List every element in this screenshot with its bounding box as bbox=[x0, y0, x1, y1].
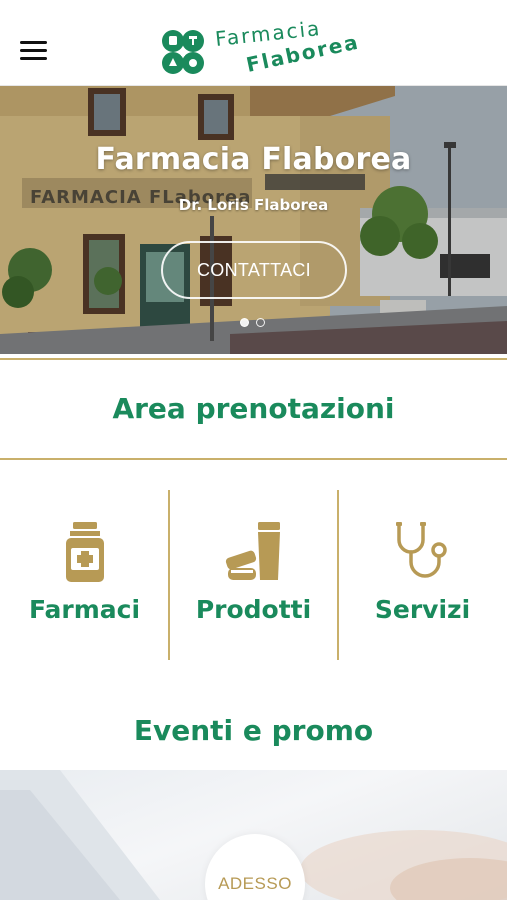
cosmetic-products-icon bbox=[225, 522, 280, 580]
section-divider-top bbox=[0, 358, 507, 360]
hamburger-menu-icon[interactable] bbox=[20, 41, 48, 63]
booking-section-title: Area prenotazioni bbox=[112, 392, 395, 425]
hero-carousel[interactable]: FARMACIA FLaborea Farmacia Flaborea Dr. … bbox=[0, 86, 507, 354]
contact-button[interactable]: CONTATTACI bbox=[161, 241, 347, 299]
category-label: Farmaci bbox=[28, 595, 141, 624]
category-farmaci[interactable]: Farmaci bbox=[0, 490, 169, 660]
stethoscope-icon bbox=[395, 522, 447, 578]
events-section-title: Eventi e promo bbox=[133, 714, 374, 747]
carousel-pagination bbox=[240, 318, 270, 328]
hero-overlay bbox=[0, 86, 507, 354]
section-divider-bottom bbox=[0, 458, 507, 460]
promo-badge-label: ADESSO bbox=[218, 874, 292, 893]
brand-logo[interactable]: Farmacia Flaborea bbox=[156, 20, 366, 82]
promo-banner[interactable]: ADESSO bbox=[0, 770, 507, 900]
carousel-dot-active[interactable] bbox=[240, 318, 249, 327]
category-prodotti[interactable]: Prodotti bbox=[169, 490, 338, 660]
hero-subtitle: Dr. Loris Flaborea bbox=[178, 196, 329, 214]
medicine-bottle-icon bbox=[65, 522, 104, 582]
category-servizi[interactable]: Servizi bbox=[338, 490, 507, 660]
logo-wordmark: Farmacia Flaborea bbox=[214, 20, 362, 77]
booking-categories: Farmaci Prodotti Servizi bbox=[0, 490, 507, 660]
category-label: Servizi bbox=[374, 595, 471, 624]
hero-title: Farmacia Flaborea bbox=[95, 142, 412, 177]
carousel-dot[interactable] bbox=[256, 318, 265, 327]
app-header: Farmacia Flaborea bbox=[0, 0, 507, 86]
four-leaf-clover-logo bbox=[162, 30, 204, 74]
category-label: Prodotti bbox=[195, 595, 312, 624]
